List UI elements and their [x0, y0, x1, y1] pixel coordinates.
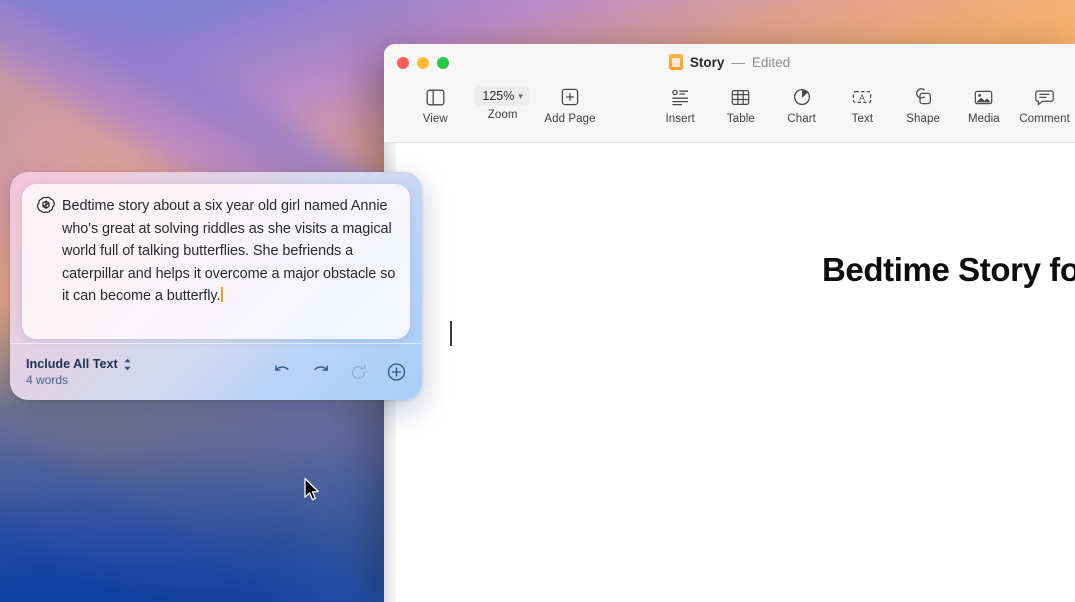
toolbar-button-comment[interactable]: Comment: [1014, 84, 1075, 125]
prompt-text: Bedtime story about a six year old girl …: [62, 198, 395, 304]
toolbar-button-zoom[interactable]: 125% ▾ Zoom: [466, 84, 540, 121]
zoom-level-value: 125%: [482, 89, 514, 103]
toolbar-button-media[interactable]: Media: [954, 84, 1015, 125]
pages-document-icon: [669, 54, 683, 70]
toolbar-button-shape[interactable]: Shape: [893, 84, 954, 125]
toolbar-button-text[interactable]: A Text: [832, 84, 893, 125]
plus-square-icon: [561, 84, 579, 110]
text-insertion-caret: [450, 321, 452, 346]
svg-text:A: A: [860, 92, 866, 102]
pages-document-window: Story — Edited View 125% ▾ Zoom: [384, 44, 1075, 602]
prompt-bubble[interactable]: Bedtime story about a six year old girl …: [22, 184, 410, 339]
scope-group: Include All Text 4 words: [26, 357, 132, 387]
prompt-text-field[interactable]: Bedtime story about a six year old girl …: [62, 195, 400, 308]
toolbar-button-view[interactable]: View: [405, 84, 466, 125]
toolbar-label-table: Table: [727, 113, 755, 125]
toolbar-label-insert: Insert: [665, 113, 694, 125]
toolbar-button-insert[interactable]: Insert: [650, 84, 711, 125]
document-name[interactable]: Story: [690, 55, 725, 70]
toolbar-label-shape: Shape: [906, 113, 940, 125]
openai-logo-icon: [36, 195, 56, 215]
page-sheet[interactable]: Bedtime Story for Annie: [396, 143, 1075, 602]
window-titlebar: Story — Edited: [384, 44, 1075, 82]
page-title: Bedtime Story for Annie: [822, 251, 1075, 289]
plus-circle-icon[interactable]: [387, 363, 406, 382]
toolbar-label-media: Media: [968, 113, 1000, 125]
insert-list-icon: [671, 84, 690, 110]
chatgpt-prompt-panel: Bedtime story about a six year old girl …: [10, 172, 422, 400]
toolbar-label-chart: Chart: [787, 113, 816, 125]
up-down-chevron-icon: [123, 358, 132, 371]
toolbar-button-add-page[interactable]: Add Page: [540, 84, 601, 125]
toolbar-button-chart[interactable]: Chart: [771, 84, 832, 125]
toolbar-label-add-page: Add Page: [544, 113, 595, 125]
prompt-caret: [221, 287, 223, 302]
pie-chart-icon: [793, 84, 811, 110]
sidebar-icon: [426, 84, 445, 110]
document-canvas[interactable]: Bedtime Story for Annie: [384, 143, 1075, 602]
document-edit-state: Edited: [752, 55, 790, 70]
title-separator: —: [731, 55, 745, 70]
toolbar-label-text: Text: [852, 113, 874, 125]
toolbar-label-zoom: Zoom: [488, 109, 518, 121]
include-scope-label: Include All Text: [26, 357, 118, 371]
toolbar-button-table[interactable]: Table: [711, 84, 772, 125]
include-scope-dropdown[interactable]: Include All Text: [26, 357, 132, 371]
window-title: Story — Edited: [384, 54, 1075, 70]
comment-bubble-icon: [1035, 84, 1054, 110]
table-grid-icon: [731, 84, 750, 110]
arrow-pointer-icon: [303, 477, 321, 503]
word-count-label: 4 words: [26, 373, 132, 387]
photo-icon: [974, 84, 993, 110]
text-box-icon: A: [852, 84, 872, 110]
gpt-panel-footer: Include All Text 4 words: [10, 344, 422, 400]
shapes-icon: [914, 84, 933, 110]
toolbar-label-comment: Comment: [1019, 113, 1070, 125]
toolbar-label-view: View: [423, 113, 448, 125]
redo-arrow-icon[interactable]: [311, 363, 330, 382]
zoom-level-dropdown[interactable]: 125% ▾: [475, 86, 530, 106]
pages-toolbar: View 125% ▾ Zoom Add Page: [384, 82, 1075, 143]
gpt-action-group: [273, 363, 406, 382]
undo-arrow-icon[interactable]: [273, 363, 292, 382]
refresh-arrow-icon[interactable]: [349, 363, 368, 382]
chevron-down-icon: ▾: [518, 91, 523, 102]
